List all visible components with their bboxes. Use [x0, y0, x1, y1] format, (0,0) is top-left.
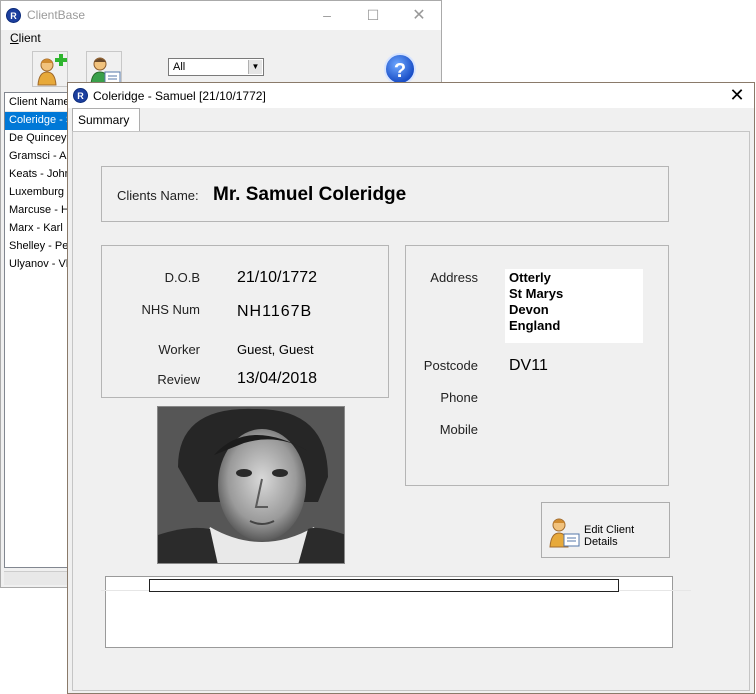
client-record-window: R Coleridge - Samuel [21/10/1772] ✕ Summ…	[67, 82, 755, 694]
help-icon: ?	[393, 60, 407, 82]
clientbase-title: ClientBase	[27, 8, 86, 22]
mobile-label: Mobile	[439, 422, 478, 437]
address-line: Otterly	[509, 270, 551, 285]
tab-summary[interactable]: Summary	[72, 108, 140, 132]
phone-label: Phone	[440, 390, 478, 405]
edit-client-details-button[interactable]: Edit Client Details	[541, 502, 670, 558]
client-record-title: Coleridge - Samuel [21/10/1772]	[93, 89, 266, 103]
clientbase-titlebar[interactable]: R ClientBase – ☐ ✕	[1, 1, 441, 30]
portrait-image	[158, 407, 344, 563]
clients-name-value: Mr. Samuel Coleridge	[213, 184, 407, 205]
dob-value: 21/10/1772	[237, 269, 318, 286]
menu-client[interactable]: Client	[10, 31, 41, 45]
review-label: Review	[157, 372, 200, 387]
edit-user-icon	[549, 518, 580, 548]
client-photo	[157, 406, 345, 564]
chevron-down-icon[interactable]: ▼	[248, 60, 262, 74]
add-client-button[interactable]	[32, 51, 68, 87]
close-button[interactable]: ✕	[396, 1, 442, 30]
add-user-icon	[37, 54, 67, 86]
postcode-label: Postcode	[423, 358, 478, 373]
worker-value: Guest, Guest	[237, 342, 314, 357]
address-line: Devon	[509, 302, 549, 317]
address-line: England	[509, 318, 561, 333]
close-button[interactable]: ✕	[720, 83, 754, 108]
worker-label: Worker	[158, 342, 200, 357]
notes-input[interactable]	[149, 579, 619, 592]
clients-name-label: Clients Name:	[117, 188, 199, 203]
app-logo-icon: R	[6, 8, 21, 23]
address-line: St Marys	[509, 286, 564, 301]
edit-client-details-label: Edit Client Details	[584, 524, 635, 548]
address-value: Otterly St Marys Devon England	[505, 269, 643, 343]
filter-dropdown[interactable]: All ▼	[168, 58, 264, 76]
help-button[interactable]: ?	[384, 53, 416, 85]
maximize-button[interactable]: ☐	[350, 1, 396, 30]
filter-value: All	[173, 61, 186, 73]
nhs-label: NHS Num	[141, 302, 200, 317]
review-value: 13/04/2018	[237, 370, 318, 387]
menubar: Client	[1, 30, 441, 48]
nhs-value: NH1167B	[237, 303, 313, 320]
minimize-button[interactable]: –	[304, 1, 350, 30]
notes-area[interactable]	[101, 576, 691, 648]
postcode-value: DV11	[509, 357, 548, 374]
dob-label: D.O.B	[164, 270, 200, 285]
address-label: Address	[430, 270, 478, 285]
app-logo-icon: R	[73, 88, 88, 103]
client-record-titlebar[interactable]: R Coleridge - Samuel [21/10/1772] ✕	[68, 83, 754, 108]
